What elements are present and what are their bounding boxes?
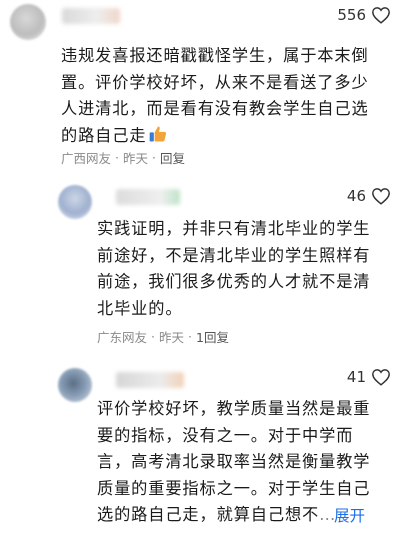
username-redacted[interactable]: [116, 189, 180, 205]
location: 广东网友: [97, 330, 148, 345]
comment-1: 556 违规发喜报还暗戳戳怪学生，属于本末倒置。评价学校好坏，从来不是看送了多少…: [0, 0, 413, 170]
avatar[interactable]: [10, 4, 46, 40]
thumbs-up-icon: [150, 126, 167, 141]
expand-button[interactable]: 展开: [334, 503, 365, 530]
reply-button[interactable]: 1回复: [196, 327, 229, 346]
like-count: 46: [346, 187, 366, 205]
username-redacted[interactable]: [116, 372, 184, 388]
heart-icon: [372, 7, 390, 24]
like-count: 41: [346, 368, 366, 386]
heart-icon: [372, 188, 390, 205]
like-button[interactable]: 556: [337, 6, 391, 24]
reply-button[interactable]: 回复: [160, 148, 185, 167]
comment-2: 46 实践证明，并非只有清北毕业的学生前途好，不是清北毕业的学生照样有前途，我们…: [0, 175, 413, 355]
comment-meta: 广西网友 · 昨天 · 回复: [61, 148, 186, 167]
comment-meta: 广东网友 · 昨天 · 1回复: [97, 327, 229, 346]
like-button[interactable]: 46: [347, 187, 391, 205]
location: 广西网友: [61, 151, 112, 166]
comment-3: 41 评价学校好坏，教学质量当然是最重要的指标，没有之一。对于中学而言，高考清北…: [0, 360, 413, 534]
comment-text: 违规发喜报还暗戳戳怪学生，属于本末倒置。评价学校好坏，从来不是看送了多少人进清北…: [61, 43, 379, 149]
avatar[interactable]: [58, 185, 92, 219]
like-button[interactable]: 41: [347, 368, 391, 386]
timestamp: 昨天: [159, 330, 185, 345]
username-redacted[interactable]: [62, 8, 120, 24]
avatar[interactable]: [58, 368, 92, 402]
comment-body: 违规发喜报还暗戳戳怪学生，属于本末倒置。评价学校好坏，从来不是看送了多少人进清北…: [61, 46, 369, 145]
heart-icon: [372, 369, 390, 386]
comment-text: 实践证明，并非只有清北毕业的学生前途好，不是清北毕业的学生照样有前途，我们很多优…: [97, 219, 371, 318]
like-count: 556: [337, 6, 366, 24]
timestamp: 昨天: [123, 151, 149, 166]
